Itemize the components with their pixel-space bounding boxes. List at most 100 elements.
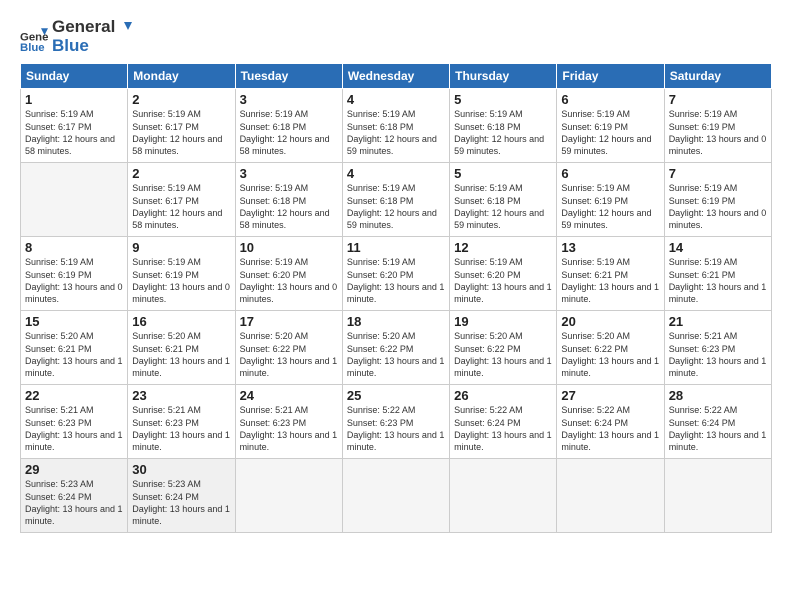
calendar-cell: 21Sunrise: 5:21 AMSunset: 6:23 PMDayligh…: [664, 311, 771, 385]
header-cell-sunday: Sunday: [21, 64, 128, 89]
cell-info: Sunrise: 5:20 AMSunset: 6:22 PMDaylight:…: [561, 330, 659, 379]
calendar-cell: 16Sunrise: 5:20 AMSunset: 6:21 PMDayligh…: [128, 311, 235, 385]
logo: General Blue GeneralBlue: [20, 18, 133, 55]
day-number: 2: [132, 166, 230, 181]
day-number: 27: [561, 388, 659, 403]
calendar-cell: 3Sunrise: 5:19 AMSunset: 6:18 PMDaylight…: [235, 89, 342, 163]
day-number: 4: [347, 92, 445, 107]
day-number: 2: [132, 92, 230, 107]
day-number: 5: [454, 166, 552, 181]
day-number: 20: [561, 314, 659, 329]
calendar-row: 1Sunrise: 5:19 AMSunset: 6:17 PMDaylight…: [21, 89, 772, 163]
cell-info: Sunrise: 5:20 AMSunset: 6:22 PMDaylight:…: [454, 330, 552, 379]
calendar-cell: [664, 459, 771, 533]
day-number: 3: [240, 92, 338, 107]
calendar-cell: 2Sunrise: 5:19 AMSunset: 6:17 PMDaylight…: [128, 163, 235, 237]
day-number: 3: [240, 166, 338, 181]
calendar-cell: 7Sunrise: 5:19 AMSunset: 6:19 PMDaylight…: [664, 89, 771, 163]
cell-info: Sunrise: 5:22 AMSunset: 6:24 PMDaylight:…: [454, 404, 552, 453]
cell-info: Sunrise: 5:23 AMSunset: 6:24 PMDaylight:…: [132, 478, 230, 527]
calendar-cell: 13Sunrise: 5:19 AMSunset: 6:21 PMDayligh…: [557, 237, 664, 311]
calendar-cell: [450, 459, 557, 533]
day-number: 19: [454, 314, 552, 329]
day-number: 23: [132, 388, 230, 403]
calendar-row: 8Sunrise: 5:19 AMSunset: 6:19 PMDaylight…: [21, 237, 772, 311]
cell-info: Sunrise: 5:22 AMSunset: 6:23 PMDaylight:…: [347, 404, 445, 453]
header-cell-wednesday: Wednesday: [342, 64, 449, 89]
calendar-cell: 4Sunrise: 5:19 AMSunset: 6:18 PMDaylight…: [342, 163, 449, 237]
calendar-cell: 22Sunrise: 5:21 AMSunset: 6:23 PMDayligh…: [21, 385, 128, 459]
header-cell-thursday: Thursday: [450, 64, 557, 89]
calendar-cell: 29Sunrise: 5:23 AMSunset: 6:24 PMDayligh…: [21, 459, 128, 533]
cell-info: Sunrise: 5:22 AMSunset: 6:24 PMDaylight:…: [561, 404, 659, 453]
calendar-row: 29Sunrise: 5:23 AMSunset: 6:24 PMDayligh…: [21, 459, 772, 533]
logo-general: GeneralBlue: [52, 18, 133, 55]
day-number: 17: [240, 314, 338, 329]
calendar-cell: 18Sunrise: 5:20 AMSunset: 6:22 PMDayligh…: [342, 311, 449, 385]
day-number: 6: [561, 166, 659, 181]
day-number: 28: [669, 388, 767, 403]
calendar-cell: [235, 459, 342, 533]
day-number: 16: [132, 314, 230, 329]
cell-info: Sunrise: 5:19 AMSunset: 6:17 PMDaylight:…: [132, 182, 230, 231]
calendar-cell: 14Sunrise: 5:19 AMSunset: 6:21 PMDayligh…: [664, 237, 771, 311]
calendar-page: General Blue GeneralBlue SundayMondayTue…: [0, 0, 792, 612]
calendar-cell: 23Sunrise: 5:21 AMSunset: 6:23 PMDayligh…: [128, 385, 235, 459]
calendar-cell: 6Sunrise: 5:19 AMSunset: 6:19 PMDaylight…: [557, 89, 664, 163]
calendar-cell: 4Sunrise: 5:19 AMSunset: 6:18 PMDaylight…: [342, 89, 449, 163]
day-number: 30: [132, 462, 230, 477]
calendar-cell: 6Sunrise: 5:19 AMSunset: 6:19 PMDaylight…: [557, 163, 664, 237]
day-number: 15: [25, 314, 123, 329]
calendar-table: SundayMondayTuesdayWednesdayThursdayFrid…: [20, 63, 772, 533]
calendar-cell: 2Sunrise: 5:19 AMSunset: 6:17 PMDaylight…: [128, 89, 235, 163]
calendar-cell: 5Sunrise: 5:19 AMSunset: 6:18 PMDaylight…: [450, 89, 557, 163]
calendar-row: 22 Sunrise: 5:21 AMSunset: 6:23 PMDayligh…: [21, 385, 772, 459]
cell-info: Sunrise: 5:19 AMSunset: 6:20 PMDaylight:…: [347, 256, 445, 305]
cell-info: Sunrise: 5:19 AMSunset: 6:17 PMDaylight:…: [132, 108, 230, 157]
cell-info: Sunrise: 5:21 AMSunset: 6:23 PMDaylight:…: [669, 330, 767, 379]
cell-info: Sunrise: 5:22 AMSunset: 6:24 PMDaylight:…: [669, 404, 767, 453]
day-number: 4: [347, 166, 445, 181]
header-row: SundayMondayTuesdayWednesdayThursdayFrid…: [21, 64, 772, 89]
day-number: 9: [132, 240, 230, 255]
day-number: 18: [347, 314, 445, 329]
cell-info: Sunrise: 5:19 AMSunset: 6:18 PMDaylight:…: [347, 182, 445, 231]
day-number: 10: [240, 240, 338, 255]
calendar-cell: 9Sunrise: 5:19 AMSunset: 6:19 PMDaylight…: [128, 237, 235, 311]
calendar-cell: 1Sunrise: 5:19 AMSunset: 6:17 PMDaylight…: [21, 89, 128, 163]
calendar-cell: [557, 459, 664, 533]
cell-info: Sunrise: 5:23 AMSunset: 6:24 PMDaylight:…: [25, 478, 123, 527]
cell-info: Sunrise: 5:20 AMSunset: 6:22 PMDaylight:…: [347, 330, 445, 379]
cell-info: Sunrise: 5:19 AMSunset: 6:17 PMDaylight:…: [25, 108, 123, 157]
cell-info: Sunrise: 5:19 AMSunset: 6:18 PMDaylight:…: [240, 108, 338, 157]
header-cell-tuesday: Tuesday: [235, 64, 342, 89]
cell-info: Sunrise: 5:19 AMSunset: 6:21 PMDaylight:…: [561, 256, 659, 305]
calendar-cell: 26Sunrise: 5:22 AMSunset: 6:24 PMDayligh…: [450, 385, 557, 459]
calendar-cell: [21, 163, 128, 237]
calendar-cell: 19Sunrise: 5:20 AMSunset: 6:22 PMDayligh…: [450, 311, 557, 385]
cell-info: Sunrise: 5:19 AMSunset: 6:18 PMDaylight:…: [347, 108, 445, 157]
day-number: 25: [347, 388, 445, 403]
cell-info: Sunrise: 5:21 AMSunset: 6:23 PMDaylight:…: [240, 404, 338, 453]
calendar-cell: 28Sunrise: 5:22 AMSunset: 6:24 PMDayligh…: [664, 385, 771, 459]
cell-info: Sunrise: 5:19 AMSunset: 6:18 PMDaylight:…: [240, 182, 338, 231]
day-number: 26: [454, 388, 552, 403]
header: General Blue GeneralBlue: [20, 18, 772, 55]
calendar-cell: 27Sunrise: 5:22 AMSunset: 6:24 PMDayligh…: [557, 385, 664, 459]
calendar-cell: [342, 459, 449, 533]
cell-info: Sunrise: 5:19 AMSunset: 6:19 PMDaylight:…: [561, 108, 659, 157]
day-number: 21: [669, 314, 767, 329]
cell-info: Sunrise: 5:19 AMSunset: 6:21 PMDaylight:…: [669, 256, 767, 305]
svg-text:Blue: Blue: [20, 42, 45, 51]
calendar-cell: 3Sunrise: 5:19 AMSunset: 6:18 PMDaylight…: [235, 163, 342, 237]
day-number: 6: [561, 92, 659, 107]
day-number: 22: [25, 388, 123, 403]
day-number: 7: [669, 166, 767, 181]
calendar-cell: 17Sunrise: 5:20 AMSunset: 6:22 PMDayligh…: [235, 311, 342, 385]
calendar-row: 2Sunrise: 5:19 AMSunset: 6:17 PMDaylight…: [21, 163, 772, 237]
calendar-cell: 11Sunrise: 5:19 AMSunset: 6:20 PMDayligh…: [342, 237, 449, 311]
header-cell-friday: Friday: [557, 64, 664, 89]
header-cell-saturday: Saturday: [664, 64, 771, 89]
calendar-cell: 7Sunrise: 5:19 AMSunset: 6:19 PMDaylight…: [664, 163, 771, 237]
day-number: 24: [240, 388, 338, 403]
